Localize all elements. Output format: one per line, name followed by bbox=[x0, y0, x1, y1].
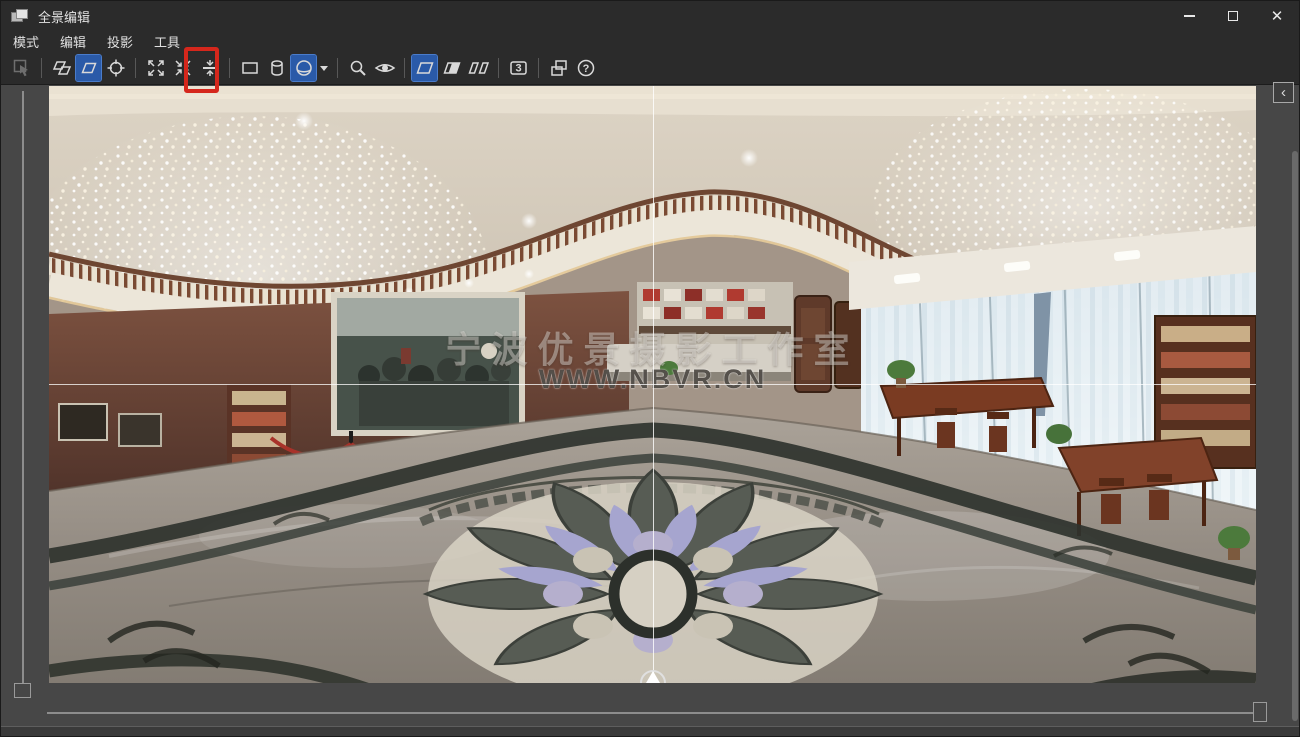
layout-split-button[interactable] bbox=[439, 55, 464, 81]
projection-cylinder-button[interactable] bbox=[264, 55, 289, 81]
magnifier-icon bbox=[348, 58, 368, 78]
toolbar-separator bbox=[135, 58, 136, 78]
center-horizon-icon bbox=[200, 58, 220, 78]
toolbar-separator bbox=[229, 58, 230, 78]
menu-projection[interactable]: 投影 bbox=[98, 30, 142, 53]
three-badge-icon: 3 bbox=[508, 58, 530, 78]
status-strip bbox=[1, 726, 1299, 737]
toolbar-separator bbox=[337, 58, 338, 78]
toolbar-separator bbox=[404, 58, 405, 78]
preview-button[interactable] bbox=[372, 55, 397, 81]
zoom-tool-button[interactable] bbox=[345, 55, 370, 81]
panorama-canvas[interactable]: 宁波优景摄影工作室 WWW.NBVR.CN bbox=[49, 86, 1256, 683]
cascade-windows-icon bbox=[549, 58, 569, 78]
horizontal-crosshair bbox=[49, 384, 1256, 385]
rectangle-projection-icon bbox=[240, 58, 260, 78]
menu-edit[interactable]: 编辑 bbox=[51, 30, 95, 53]
toolbar: 3 ? bbox=[1, 52, 1299, 85]
menu-tools[interactable]: 工具 bbox=[145, 30, 189, 53]
stacked-panoramas-icon bbox=[52, 58, 72, 78]
layout-triple-button[interactable]: 3 bbox=[506, 55, 531, 81]
projection-options-dropdown[interactable] bbox=[317, 55, 331, 81]
projection-flat-button[interactable] bbox=[237, 55, 262, 81]
panorama-icon bbox=[79, 58, 99, 78]
svg-text:3: 3 bbox=[515, 63, 521, 75]
toolbar-separator bbox=[498, 58, 499, 78]
help-button[interactable]: ? bbox=[573, 55, 598, 81]
titlebar: 全景编辑 ✕ bbox=[1, 1, 1299, 31]
app-icon bbox=[11, 9, 29, 24]
minimize-button[interactable] bbox=[1167, 1, 1211, 31]
right-scrollbar[interactable] bbox=[1292, 151, 1298, 721]
toolbar-separator bbox=[538, 58, 539, 78]
chevron-down-icon bbox=[320, 66, 328, 71]
actual-size-button[interactable] bbox=[170, 55, 195, 81]
horizontal-slider-thumb[interactable] bbox=[1253, 702, 1267, 722]
workspace: 宁波优景摄影工作室 WWW.NBVR.CN bbox=[1, 85, 1299, 737]
sphere-projection-icon bbox=[294, 58, 314, 78]
set-viewpoint-button[interactable] bbox=[103, 55, 128, 81]
horizontal-slider-track[interactable] bbox=[47, 712, 1253, 714]
select-icon bbox=[12, 58, 32, 78]
fit-view-button[interactable] bbox=[143, 55, 168, 81]
cascade-windows-button[interactable] bbox=[546, 55, 571, 81]
edit-panorama-button[interactable] bbox=[76, 55, 101, 81]
collapse-panel-button[interactable]: ‹ bbox=[1273, 82, 1294, 103]
single-pane-icon bbox=[414, 58, 436, 78]
select-tool-button[interactable] bbox=[9, 55, 34, 81]
layout-dual-button[interactable] bbox=[466, 55, 491, 81]
stack-panoramas-button[interactable] bbox=[49, 55, 74, 81]
eye-icon bbox=[374, 58, 396, 78]
center-horizon-button[interactable] bbox=[197, 55, 222, 81]
target-icon bbox=[106, 58, 126, 78]
vertical-slider-track[interactable] bbox=[22, 91, 24, 683]
dual-pane-icon bbox=[467, 58, 491, 78]
collapse-arrows-icon bbox=[173, 58, 193, 78]
help-icon: ? bbox=[576, 58, 596, 78]
split-pane-icon bbox=[441, 58, 463, 78]
svg-text:?: ? bbox=[582, 63, 589, 75]
menubar: 模式 编辑 投影 工具 bbox=[1, 31, 1299, 52]
window-title: 全景编辑 bbox=[38, 7, 90, 26]
close-button[interactable]: ✕ bbox=[1255, 1, 1299, 31]
cylinder-projection-icon bbox=[267, 58, 287, 78]
menu-mode[interactable]: 模式 bbox=[4, 30, 48, 53]
expand-arrows-icon bbox=[146, 58, 166, 78]
panorama-editor-window: 全景编辑 ✕ 模式 编辑 投影 工具 bbox=[0, 0, 1300, 737]
toolbar-separator bbox=[41, 58, 42, 78]
layout-single-button[interactable] bbox=[412, 55, 437, 81]
vertical-slider-thumb[interactable] bbox=[14, 683, 31, 698]
maximize-button[interactable] bbox=[1211, 1, 1255, 31]
projection-sphere-button[interactable] bbox=[291, 55, 316, 81]
